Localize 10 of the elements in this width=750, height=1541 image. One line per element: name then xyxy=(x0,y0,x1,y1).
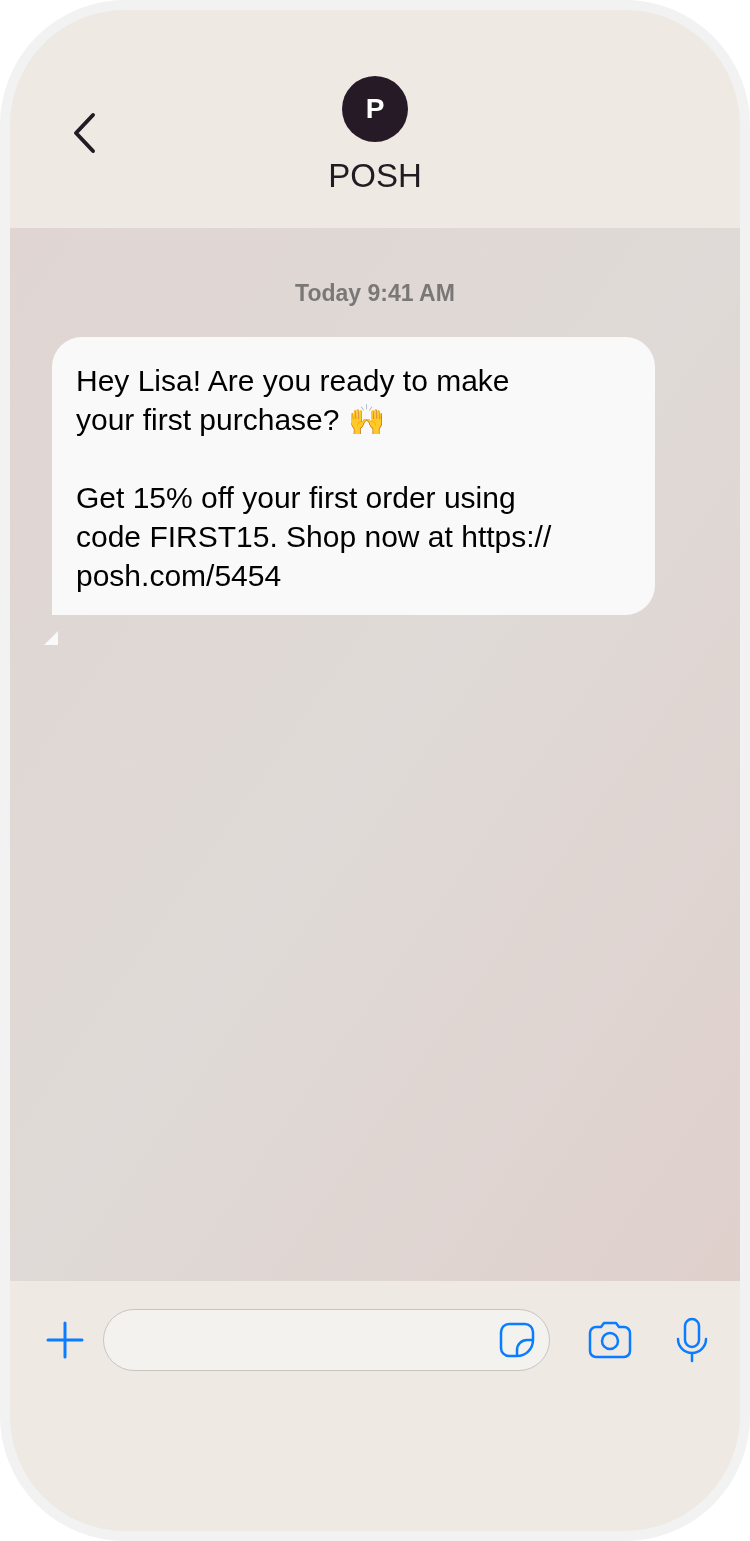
message-bubble: Hey Lisa! Are you ready to make your first purchase? 🙌 Get 15% off your first order using code FIRST15. Shop now at https:// posh.com/5454 xyxy=(52,337,655,615)
contact-avatar: P xyxy=(342,76,408,142)
sticker-icon[interactable] xyxy=(499,1322,535,1358)
camera-icon xyxy=(588,1321,632,1359)
message-timestamp: Today 9:41 AM xyxy=(295,279,455,308)
plus-icon xyxy=(46,1321,84,1359)
contact-name: POSH xyxy=(328,156,422,196)
back-icon xyxy=(71,112,97,154)
bubble-tail-icon xyxy=(44,631,58,645)
microphone-icon xyxy=(675,1317,709,1363)
